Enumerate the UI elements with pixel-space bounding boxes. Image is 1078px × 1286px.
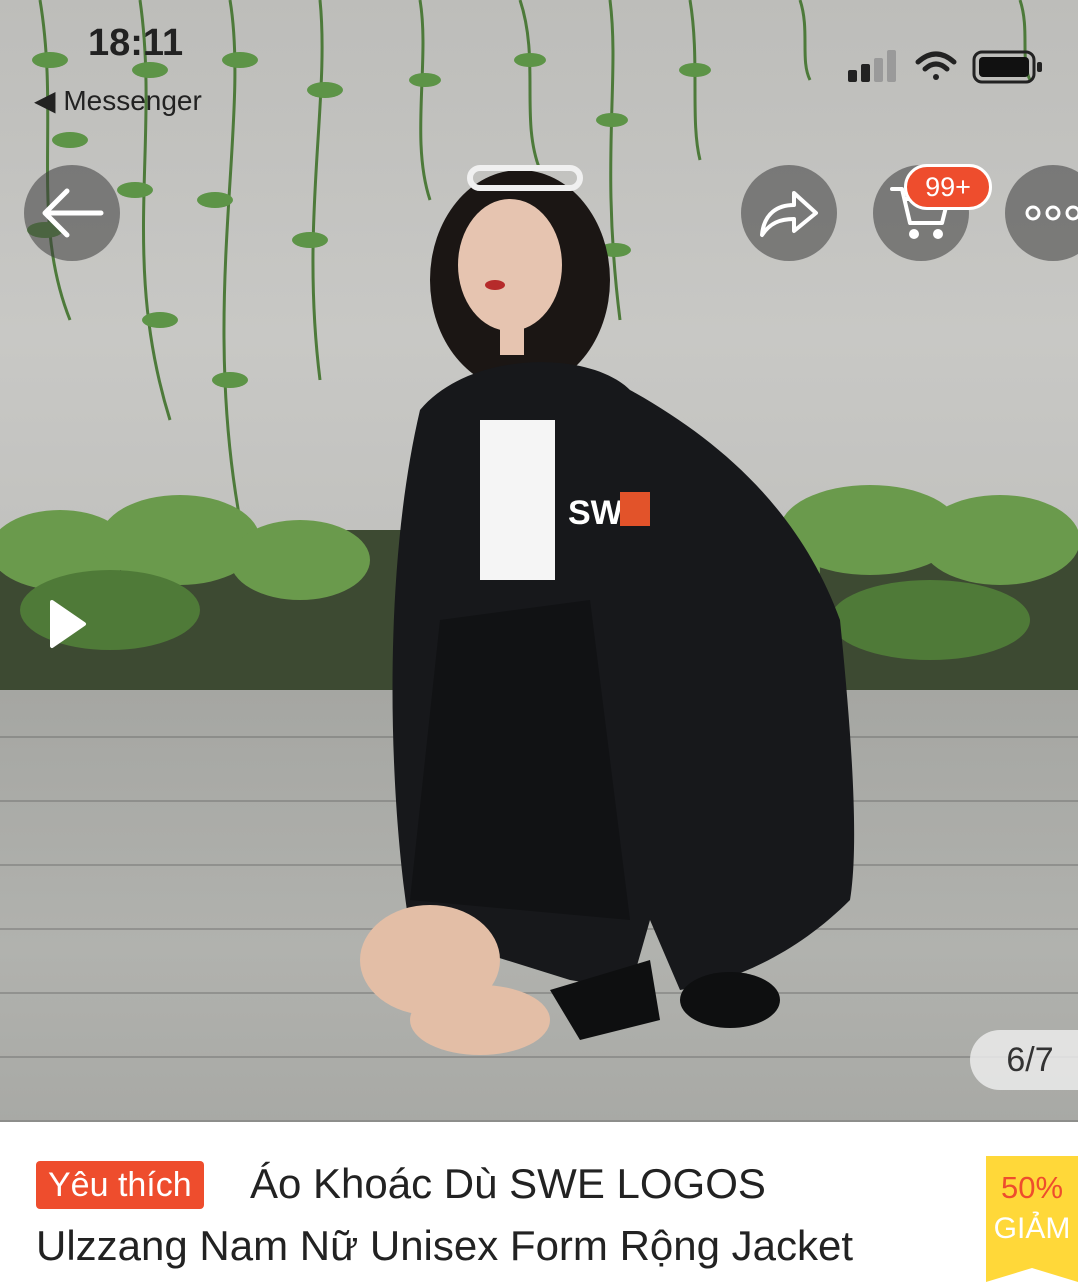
status-icons [848,50,1042,84]
back-to-app-link[interactable]: ◀ Messenger [34,84,202,117]
play-icon[interactable] [48,598,88,650]
discount-tag: 50% GIẢM [986,1156,1078,1282]
discount-label: GIẢM [993,1212,1071,1245]
share-button[interactable] [741,165,837,261]
svg-text:SW: SW [568,494,624,532]
back-arrow-icon [42,188,104,238]
image-counter: 6/7 [970,1030,1078,1090]
wifi-icon [915,51,957,80]
status-time: 18:11 [88,22,184,64]
product-title-line-2: Ulzzang Nam Nữ Unisex Form Rộng Jacket [36,1222,854,1269]
product-title-line-1: Áo Khoác Dù SWE LOGOS [250,1160,766,1207]
favorite-badge: Yêu thích [36,1161,204,1209]
signal-icon [848,50,896,82]
more-icon [1025,205,1078,221]
share-icon [760,191,818,237]
battery-icon [972,50,1042,84]
cart-count-badge: 99+ [904,164,992,210]
discount-percent: 50% [1000,1170,1064,1205]
back-button[interactable] [24,165,120,261]
photo-model: SW [360,165,855,1055]
